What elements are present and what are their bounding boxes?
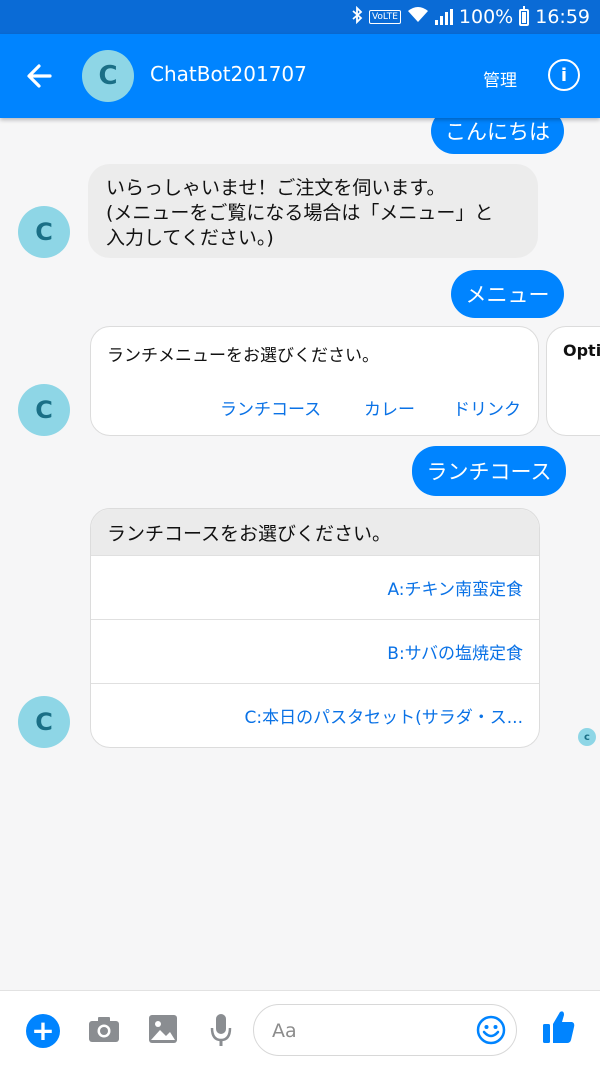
- quick-button-drink[interactable]: ドリンク: [453, 395, 521, 420]
- outgoing-message-menu[interactable]: メニュー: [451, 270, 564, 318]
- battery-icon: [519, 5, 530, 26]
- card-peek-text: Optio: [563, 341, 600, 360]
- lunch-course-list-card: ランチコースをお選びください。 A:チキン南蛮定食 B:サバの塩焼定食 C:本日…: [90, 508, 540, 748]
- message-text: ランチコース: [426, 460, 552, 484]
- message-text: メニュー: [465, 283, 550, 307]
- status-bar: VoLTE 100% 16:59: [0, 0, 600, 34]
- chat-header: C ChatBot201707 管理 i: [0, 34, 600, 118]
- list-option-b[interactable]: B:サバの塩焼定食: [91, 619, 539, 683]
- next-card-peek[interactable]: Optio: [546, 326, 600, 436]
- chat-title[interactable]: ChatBot201707: [150, 62, 307, 86]
- message-input[interactable]: [270, 1017, 474, 1045]
- list-card-title: ランチコースをお選びください。: [91, 509, 539, 555]
- clock-time: 16:59: [535, 6, 590, 28]
- quick-button-curry[interactable]: カレー: [364, 395, 415, 420]
- message-input-box[interactable]: [253, 1004, 517, 1056]
- message-text-line: 入力してください。): [106, 227, 274, 249]
- info-icon[interactable]: i: [548, 59, 580, 91]
- message-list[interactable]: こんにちは いらっしゃいませ！ご注文を伺います。 (メニューをご覧になる場合は「…: [0, 118, 600, 990]
- option-label: C:本日のパスタセット(サラダ・ス...: [244, 708, 523, 728]
- manage-button[interactable]: 管理: [483, 66, 517, 91]
- thumbs-up-icon[interactable]: [542, 1009, 576, 1049]
- bot-avatar[interactable]: C: [18, 384, 70, 436]
- bluetooth-icon: [351, 5, 363, 29]
- status-bar-right: VoLTE 100% 16:59: [351, 5, 590, 29]
- battery-percent: 100%: [458, 6, 514, 28]
- emoji-icon[interactable]: [476, 1015, 506, 1045]
- chatbot-avatar[interactable]: C: [82, 50, 134, 102]
- microphone-icon[interactable]: [210, 1013, 232, 1051]
- message-text-line: (メニューをご覧になる場合は「メニュー」と: [106, 202, 494, 224]
- outgoing-message-lunch-course[interactable]: ランチコース: [412, 446, 566, 496]
- image-icon[interactable]: [148, 1014, 178, 1048]
- message-text-line: いらっしゃいませ！ご注文を伺います。: [106, 177, 446, 199]
- quick-button-lunch-course[interactable]: ランチコース: [220, 395, 321, 420]
- bot-avatar[interactable]: C: [18, 696, 70, 748]
- message-text: こんにちは: [445, 120, 550, 144]
- volte-badge: VoLTE: [368, 10, 401, 24]
- incoming-message-welcome[interactable]: いらっしゃいませ！ご注文を伺います。 (メニューをご覧になる場合は「メニュー」と…: [88, 164, 538, 258]
- seen-indicator-avatar: c: [578, 728, 596, 746]
- back-arrow-icon: [27, 64, 52, 88]
- list-option-a[interactable]: A:チキン南蛮定食: [91, 555, 539, 619]
- composer-bar: +: [0, 990, 600, 1068]
- signal-icon: [434, 9, 453, 25]
- back-button[interactable]: [20, 58, 60, 94]
- list-option-c[interactable]: C:本日のパスタセット(サラダ・ス...: [91, 683, 539, 747]
- camera-icon[interactable]: [88, 1015, 120, 1047]
- card-text: ランチメニューをお選びください。: [107, 346, 379, 366]
- option-label: B:サバの塩焼定食: [387, 644, 523, 664]
- bot-avatar[interactable]: C: [18, 206, 70, 258]
- option-label: A:チキン南蛮定食: [387, 580, 523, 600]
- wifi-icon: [407, 6, 429, 29]
- outgoing-message-hello[interactable]: こんにちは: [431, 118, 564, 154]
- plus-icon[interactable]: +: [26, 1014, 60, 1048]
- menu-card: ランチメニューをお選びください。 ランチコース カレー ドリンク: [90, 326, 539, 436]
